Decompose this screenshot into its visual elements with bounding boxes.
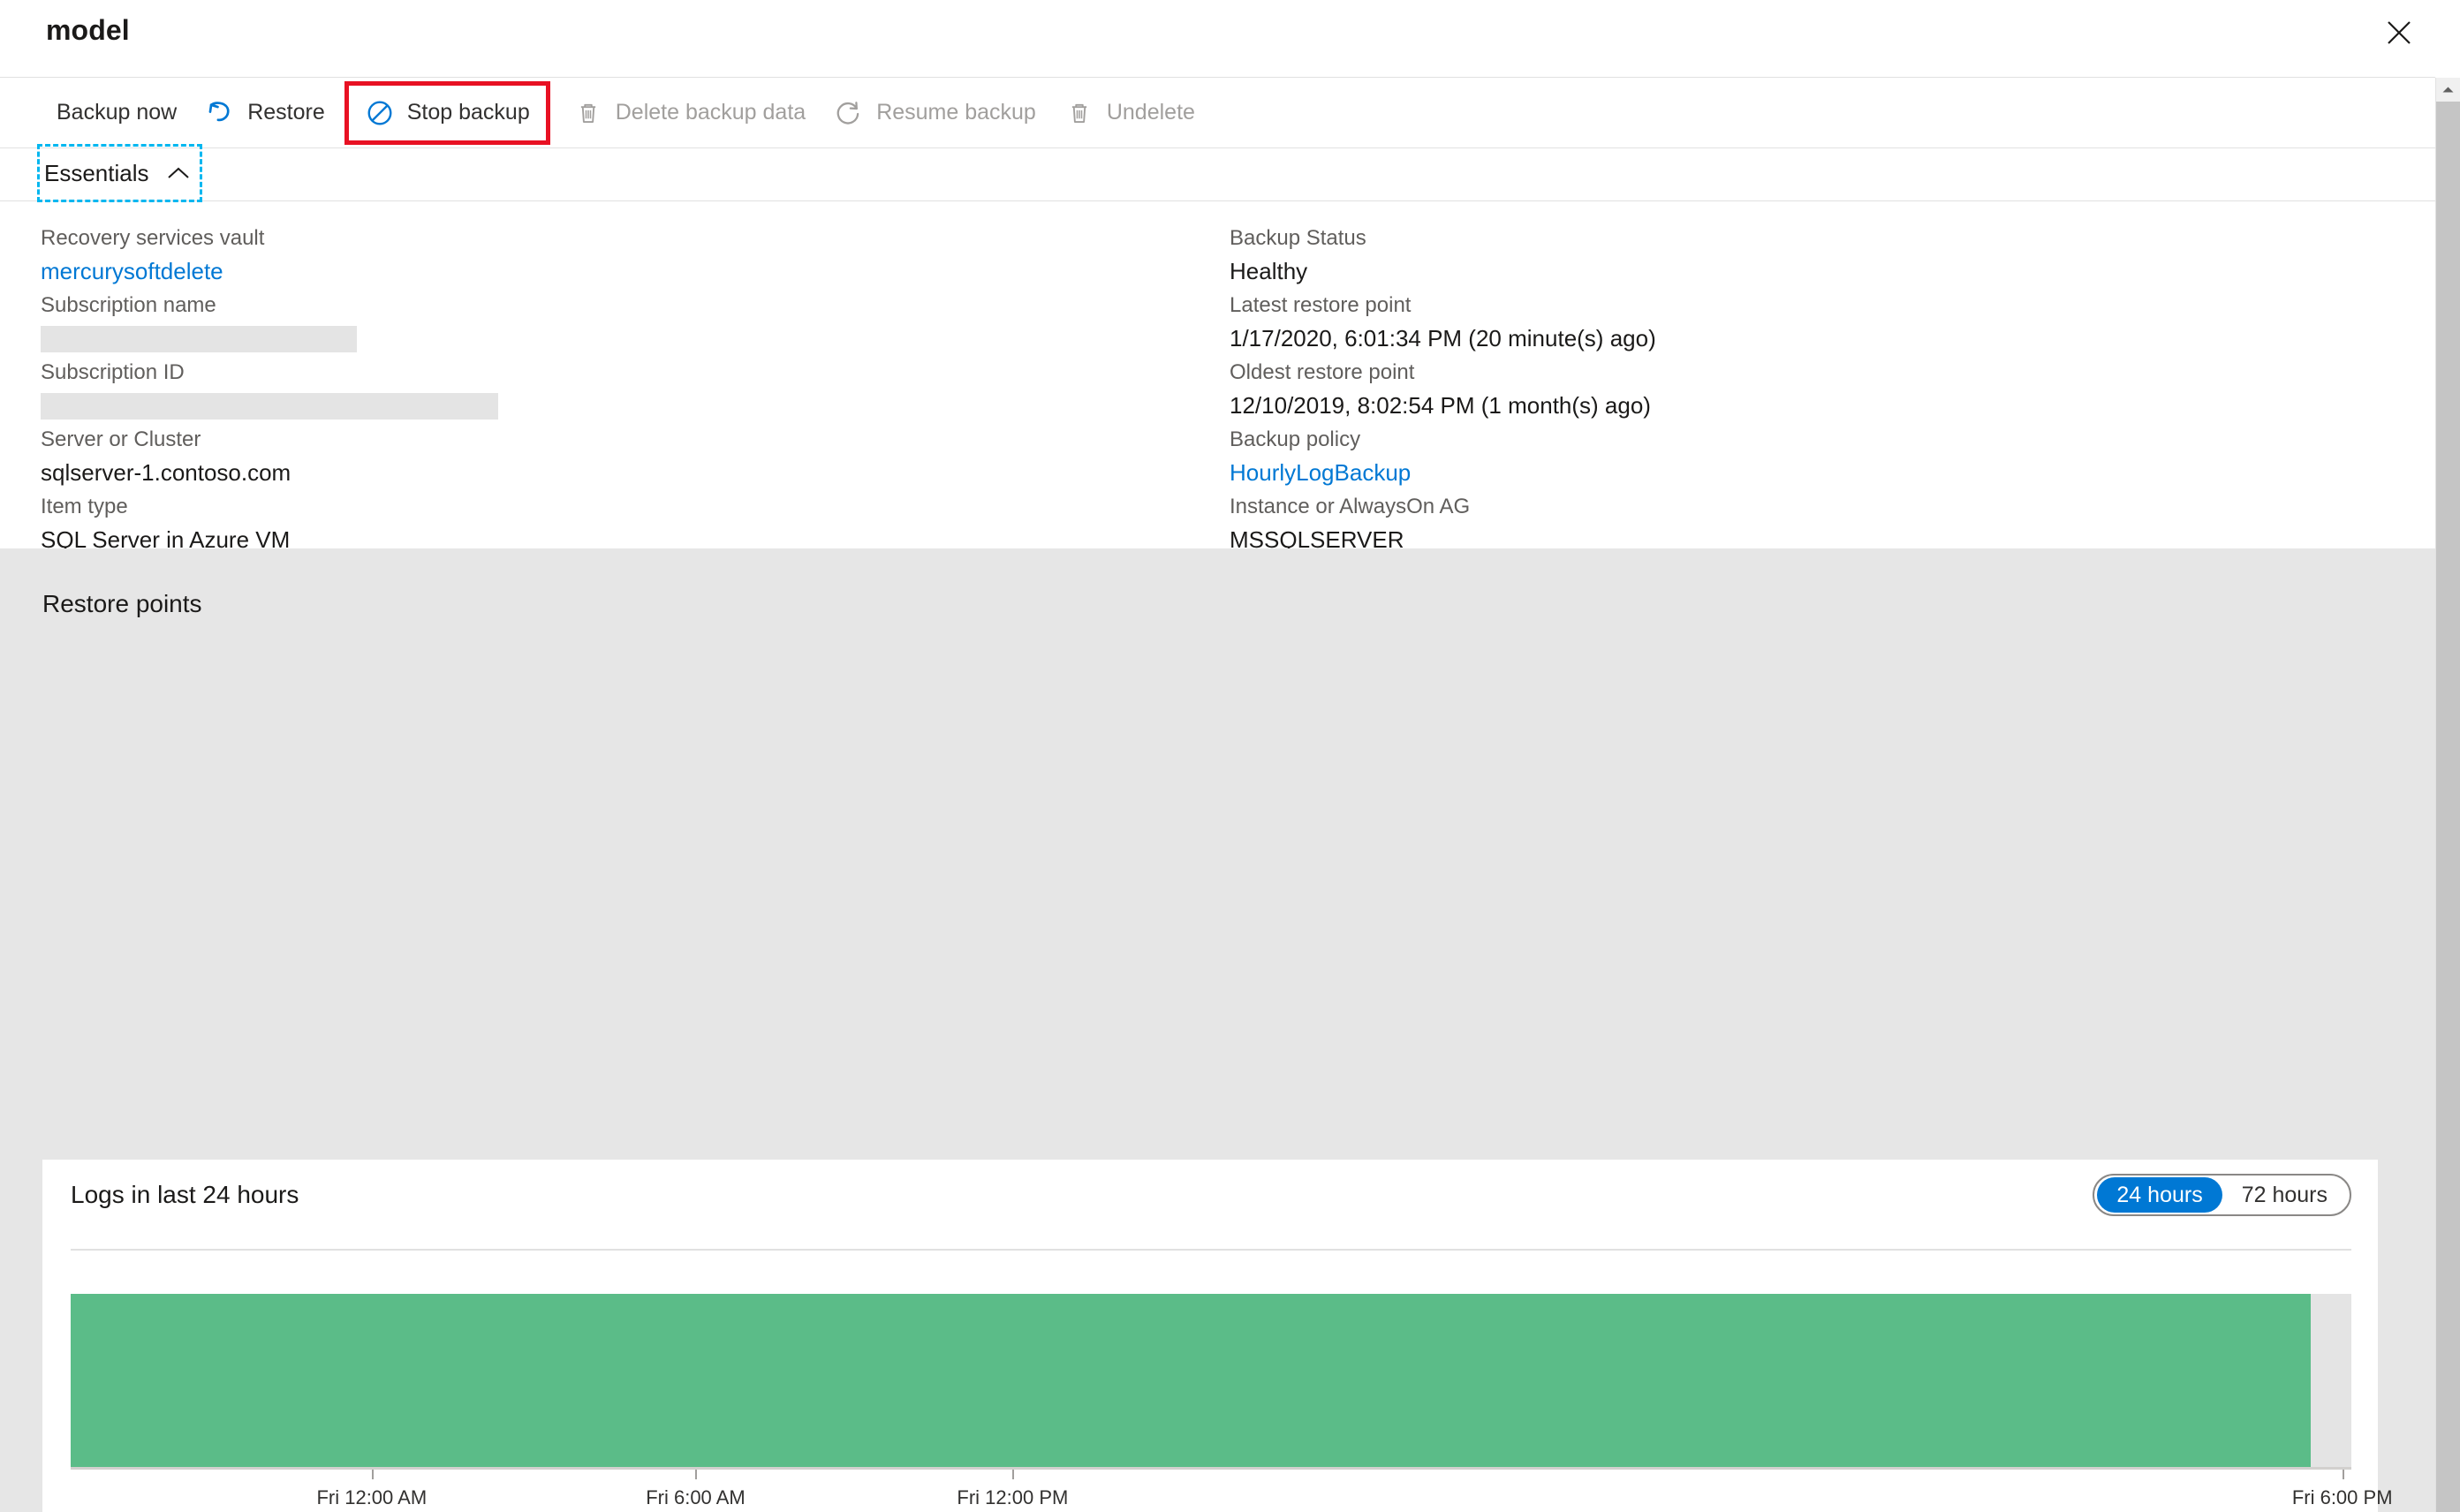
field-label-backup-status: Backup Status bbox=[1230, 226, 1366, 250]
resume-backup-button: Resume backup bbox=[820, 85, 1050, 141]
command-label: Backup now bbox=[57, 100, 178, 125]
field-value-backup-policy[interactable]: HourlyLogBackup bbox=[1230, 456, 2360, 490]
command-label: Restore bbox=[247, 100, 325, 125]
axis-tick bbox=[2342, 1470, 2344, 1479]
field-label-oldest-restore-point: Oldest restore point bbox=[1230, 360, 1415, 384]
axis-tick-label: Fri 12:00 PM bbox=[957, 1486, 1069, 1508]
axis-tick bbox=[1012, 1470, 1015, 1479]
chart-divider bbox=[71, 1249, 2351, 1251]
field-label-item-type: Item type bbox=[41, 495, 128, 518]
axis-tick bbox=[371, 1470, 374, 1479]
scrollbar-up-button[interactable] bbox=[2436, 78, 2460, 102]
restore-button[interactable]: Restore bbox=[191, 85, 339, 141]
field-label-subscription-id: Subscription ID bbox=[41, 360, 185, 384]
command-bar: Backup now Restore Stop backup Delete ba… bbox=[0, 78, 2435, 148]
stop-backup-button[interactable]: Stop backup bbox=[344, 80, 550, 145]
axis-tick-label: Fri 12:00 AM bbox=[316, 1486, 428, 1508]
command-label: Resume backup bbox=[876, 100, 1036, 125]
field-label-subscription-name: Subscription name bbox=[41, 293, 216, 317]
timeline-segment-log bbox=[71, 1294, 2311, 1467]
axis-tick-label: Fri 6:00 AM bbox=[646, 1486, 746, 1508]
vertical-scrollbar[interactable] bbox=[2435, 78, 2460, 1512]
close-icon bbox=[2388, 21, 2411, 44]
field-value-recovery-services-vault[interactable]: mercurysoftdelete bbox=[41, 254, 1171, 289]
chart-axis-line bbox=[71, 1467, 2351, 1470]
refresh-icon bbox=[834, 98, 864, 128]
undelete-button: Undelete bbox=[1050, 85, 1209, 141]
field-label-latest-restore-point: Latest restore point bbox=[1230, 293, 1412, 317]
blade-titlebar: model bbox=[0, 0, 2435, 78]
chevron-up-icon bbox=[167, 166, 190, 180]
range-option-72-hours[interactable]: 72 hours bbox=[2222, 1177, 2347, 1213]
command-label: Stop backup bbox=[406, 100, 530, 125]
blade-content: Restore points Logs in last 24 hours 24 … bbox=[0, 548, 2435, 1512]
field-value-server-or-cluster: sqlserver-1.contoso.com bbox=[41, 459, 291, 486]
logs-chart-title: Logs in last 24 hours bbox=[71, 1181, 299, 1208]
logs-chart-card: Logs in last 24 hours 24 hours 72 hours … bbox=[42, 1160, 2393, 1512]
trash-icon bbox=[573, 98, 603, 128]
axis-tick bbox=[695, 1470, 698, 1479]
essentials-label: Essentials bbox=[44, 159, 149, 186]
field-label-recovery-services-vault: Recovery services vault bbox=[41, 226, 265, 250]
field-label-backup-policy: Backup policy bbox=[1230, 427, 1361, 451]
field-label-instance-or-alwayson-ag: Instance or AlwaysOn AG bbox=[1230, 495, 1471, 518]
delete-backup-data-button: Delete backup data bbox=[559, 85, 820, 141]
restore-points-section-title: Restore points bbox=[42, 590, 202, 617]
field-value-backup-status: Healthy bbox=[1230, 258, 1308, 284]
timeline-segment-no-logs bbox=[2310, 1294, 2351, 1467]
essentials-right-column: Backup Status Healthy Latest restore poi… bbox=[1230, 222, 2360, 557]
field-value-subscription-name-redacted bbox=[41, 326, 357, 352]
blade-model: model Backup now Restore Stop backup Del… bbox=[0, 0, 2460, 1512]
close-button[interactable] bbox=[2370, 5, 2428, 60]
backup-now-button[interactable]: Backup now bbox=[42, 85, 191, 141]
restore-icon bbox=[205, 98, 235, 128]
field-value-oldest-restore-point: 12/10/2019, 8:02:54 PM (1 month(s) ago) bbox=[1230, 392, 1651, 419]
chevron-up-icon bbox=[2441, 82, 2455, 98]
trash-icon bbox=[1064, 98, 1094, 128]
command-label: Undelete bbox=[1106, 100, 1195, 125]
stop-icon bbox=[365, 98, 395, 128]
field-label-server-or-cluster: Server or Cluster bbox=[41, 427, 201, 451]
command-label: Delete backup data bbox=[615, 100, 806, 125]
field-value-latest-restore-point: 1/17/2020, 6:01:34 PM (20 minute(s) ago) bbox=[1230, 325, 1656, 352]
field-value-subscription-id-redacted bbox=[41, 393, 498, 420]
logs-timeline-plot[interactable] bbox=[71, 1294, 2351, 1467]
essentials-panel: Recovery services vault mercurysoftdelet… bbox=[0, 202, 2435, 553]
range-option-24-hours[interactable]: 24 hours bbox=[2097, 1177, 2222, 1213]
essentials-left-column: Recovery services vault mercurysoftdelet… bbox=[41, 222, 1171, 557]
axis-tick-label: Fri 6:00 PM bbox=[2291, 1486, 2393, 1508]
essentials-header-row: Essentials bbox=[0, 144, 2435, 202]
scrollbar-thumb[interactable] bbox=[2436, 102, 2460, 1512]
time-range-toggle[interactable]: 24 hours 72 hours bbox=[2093, 1174, 2351, 1216]
essentials-toggle[interactable]: Essentials bbox=[37, 144, 202, 202]
page-title: model bbox=[46, 14, 130, 46]
